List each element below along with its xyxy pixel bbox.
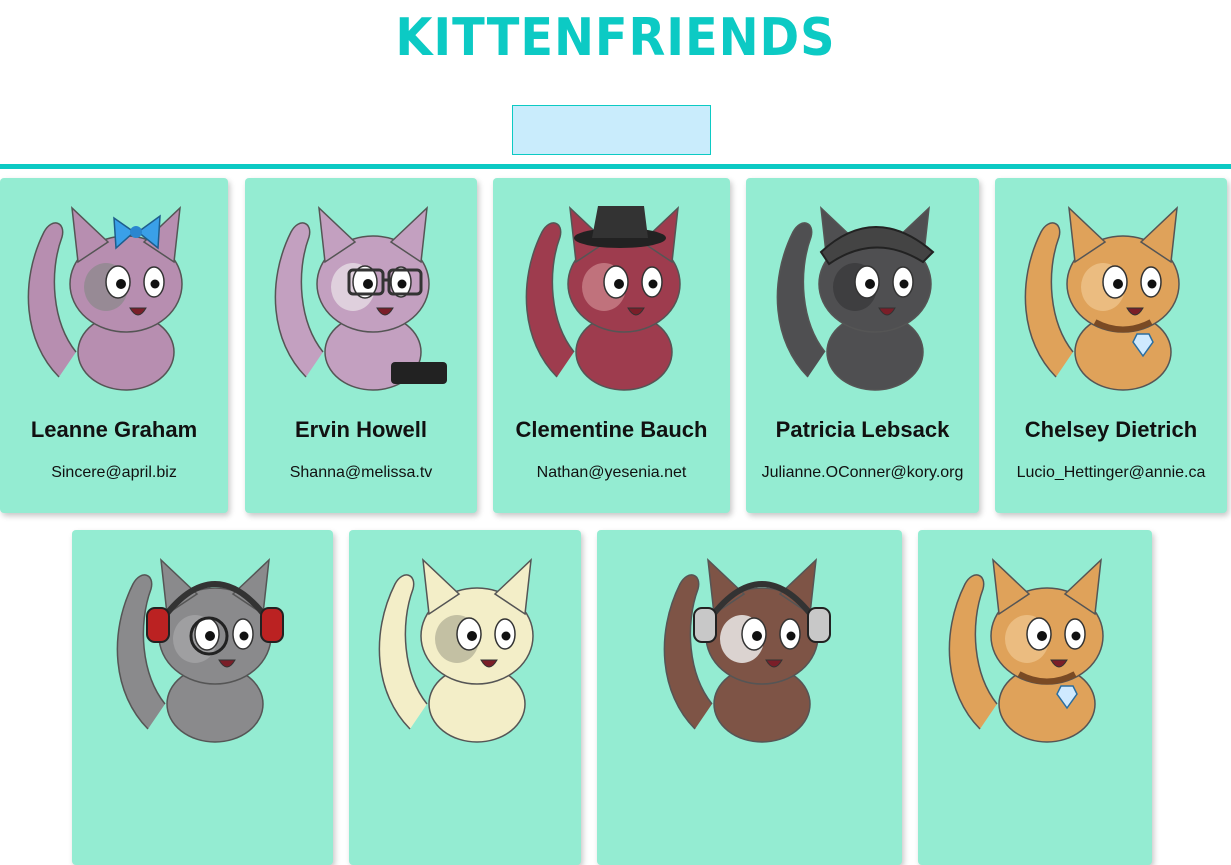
kitten-card: Clementine Bauch Nathan@yesenia.net [493,178,730,513]
app-logo: KITTENFRIENDS [395,8,836,68]
kitten-avatar-image [948,558,1104,743]
card-name: Patricia Lebsack [775,417,950,442]
card-name: Clementine Bauch [515,417,708,442]
kitten-card: Leanne Graham Sincere@april.biz [0,178,228,513]
kitten-card: Ervin Howell Shanna@melissa.tv [245,178,477,513]
card-email: Sincere@april.biz [51,464,177,481]
kitten-avatar-image [274,206,447,391]
card-email: Nathan@yesenia.net [536,464,687,481]
kitten-avatar-image [776,206,934,391]
kitten-avatar-image [27,206,183,391]
kitten-card: Chelsey Dietrich Lucio_Hettinger@annie.c… [995,178,1227,513]
kitten-avatar-image [116,558,284,743]
kitten-card [918,530,1152,865]
card-email: Julianne.OConner@kory.org [761,464,964,481]
kitten-avatar-image [663,558,831,743]
card-name: Leanne Graham [30,417,198,442]
kitten-avatar-image [1024,206,1180,391]
card-email: Shanna@melissa.tv [289,464,433,481]
card-name: Chelsey Dietrich [1024,417,1198,442]
kitten-avatar-image [525,206,681,391]
header-divider [0,164,1231,169]
search-input[interactable] [512,105,711,155]
kitten-card [597,530,902,865]
card-name: Ervin Howell [294,417,428,442]
kitten-card [72,530,333,865]
kitten-avatar-image [378,558,534,743]
kitten-card [349,530,581,865]
card-email: Lucio_Hettinger@annie.ca [1016,464,1206,481]
kitten-card: Patricia Lebsack Julianne.OConner@kory.o… [746,178,979,513]
